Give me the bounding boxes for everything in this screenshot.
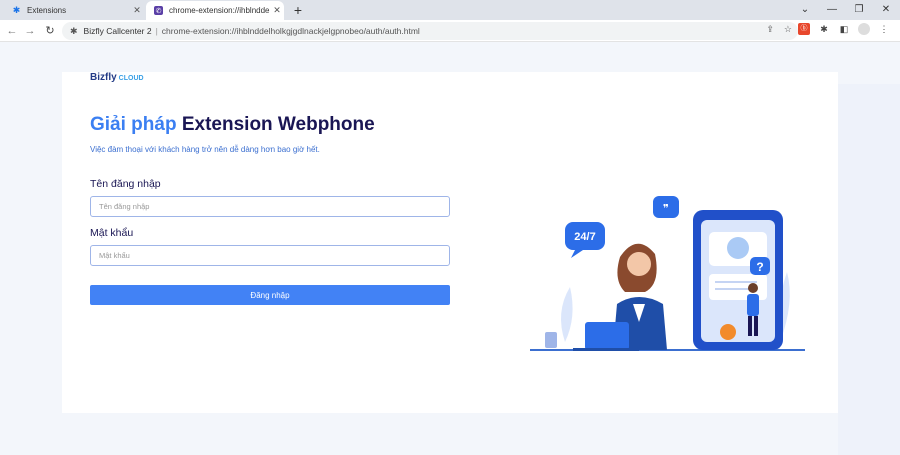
title-part1: Giải pháp [90, 114, 177, 135]
site-name: Bizfly Callcenter 2 [83, 26, 152, 36]
man-body [747, 294, 759, 316]
login-button[interactable]: Đăng nhập [90, 285, 450, 305]
title-part2: Extension Webphone [181, 114, 375, 135]
username-label: Tên đăng nhập [90, 178, 161, 190]
password-label: Mật khẩu [90, 227, 134, 239]
share-icon[interactable]: ⇪ [766, 24, 774, 35]
page-content: Bizfly CLOUD Giải pháp Extension Webphone… [0, 42, 900, 455]
page-title: Giải pháp Extension Webphone [90, 114, 375, 136]
puzzle-icon: ✱ [12, 5, 21, 15]
browser-toolbar: ← → ↻ ✱ Bizfly Callcenter 2 | chrome-ext… [0, 20, 900, 42]
profile-avatar-icon[interactable] [858, 23, 870, 35]
username-input[interactable] [90, 196, 450, 217]
bubble-quote-text: ❞ [663, 202, 669, 215]
extension-app-icon[interactable]: ⓑ [798, 23, 810, 35]
man-head [748, 283, 758, 293]
reload-button[interactable]: ↻ [42, 23, 58, 39]
extensions-puzzle-icon[interactable]: ✱ [818, 23, 830, 35]
side-panel-icon[interactable]: ◧ [838, 23, 850, 35]
bookmark-star-icon[interactable]: ☆ [784, 24, 792, 35]
logo-text: Bizfly [90, 72, 117, 83]
laptop [585, 322, 629, 350]
tab-bar: ✱ Extensions ✕ ✆ chrome-extension://ihbl… [0, 0, 900, 20]
forward-button[interactable]: → [22, 23, 38, 39]
login-card: Bizfly CLOUD Giải pháp Extension Webphone… [62, 72, 838, 413]
page-subtitle: Việc đàm thoại với khách hàng trở nên dễ… [90, 145, 320, 154]
tab-label: Extensions [27, 6, 67, 15]
tab-extensions[interactable]: ✱ Extensions ✕ [4, 1, 144, 20]
bubble-24-7-text: 24/7 [574, 231, 595, 243]
background-panel [838, 84, 900, 455]
new-tab-button[interactable]: + [290, 2, 306, 18]
close-icon[interactable]: ✕ [270, 5, 284, 16]
bubble-question-text: ? [756, 260, 763, 274]
url-text: chrome-extension://ihblnddelholkgjgdlnac… [161, 26, 420, 36]
close-icon[interactable]: ✕ [130, 5, 144, 16]
minimize-button[interactable]: — [822, 2, 842, 18]
maximize-button[interactable]: ❐ [849, 2, 869, 18]
address-bar[interactable]: ✱ Bizfly Callcenter 2 | chrome-extension… [62, 22, 798, 40]
tab-label: chrome-extension://ihblnddelhc [169, 6, 270, 15]
bizfly-logo: Bizfly CLOUD [90, 72, 144, 83]
avatar [727, 237, 749, 259]
logo-cloud-text: CLOUD [118, 75, 144, 82]
tab-auth[interactable]: ✆ chrome-extension://ihblnddelhc ✕ [146, 1, 284, 20]
url-separator: | [155, 26, 158, 36]
callcenter-illustration: 24/7 ❞ ? [530, 196, 805, 351]
menu-kebab-icon[interactable]: ⋮ [878, 23, 890, 35]
back-button[interactable]: ← [4, 23, 20, 39]
tab-search-button[interactable]: ⌄ [795, 2, 815, 18]
woman-face [627, 252, 651, 276]
call-icon [720, 324, 736, 340]
extension-icon: ✱ [70, 25, 78, 36]
phone-icon: ✆ [154, 6, 163, 15]
leaf-decoration [561, 287, 573, 342]
password-input[interactable] [90, 245, 450, 266]
cup [545, 332, 557, 348]
close-window-button[interactable]: ✕ [876, 2, 896, 18]
